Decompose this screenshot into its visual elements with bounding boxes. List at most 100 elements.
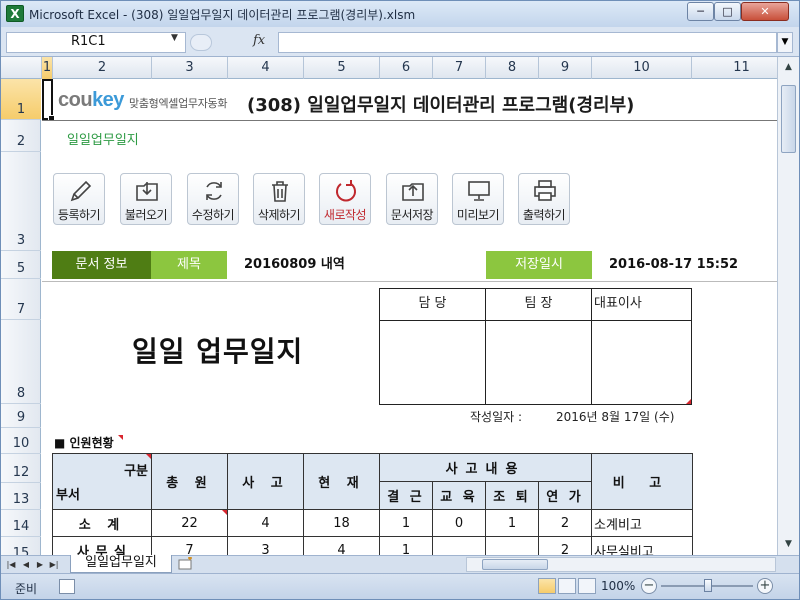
sign-cell-teamlead[interactable]	[486, 321, 592, 404]
cell-present[interactable]: 4	[303, 536, 380, 555]
page-layout-view-icon[interactable]	[558, 578, 576, 594]
delete-label: 삭제하기	[257, 208, 301, 222]
cell-accident[interactable]: 3	[227, 536, 304, 555]
column-header[interactable]: 10	[592, 57, 692, 79]
excel-app-icon[interactable]: X	[6, 5, 24, 22]
row-header[interactable]: 2	[1, 120, 41, 152]
scroll-up-icon[interactable]: ▲	[781, 60, 796, 75]
row-header[interactable]: 14	[1, 510, 41, 537]
register-button[interactable]: 등록하기	[53, 173, 105, 225]
sign-cell-ceo[interactable]	[592, 321, 691, 404]
maximize-button[interactable]: □	[714, 2, 741, 21]
zoom-in-button[interactable]: +	[757, 578, 773, 594]
insert-function-icon[interactable]: fx	[253, 33, 265, 48]
load-button[interactable]: 불러오기	[120, 173, 172, 225]
comment-indicator[interactable]	[146, 454, 151, 459]
column-header[interactable]: 4	[228, 57, 304, 79]
column-header[interactable]: 6	[380, 57, 433, 79]
row-number: 10	[12, 436, 30, 451]
row-header[interactable]: 3	[1, 152, 41, 251]
close-button[interactable]: ✕	[741, 2, 789, 21]
cell-early-leave[interactable]	[485, 536, 539, 555]
horizontal-scroll-thumb[interactable]	[482, 559, 548, 570]
chevron-down-icon[interactable]: ▼	[171, 33, 178, 43]
column-header[interactable]: 11	[692, 57, 777, 79]
column-header[interactable]: 2	[53, 57, 152, 79]
vertical-scroll-thumb[interactable]	[781, 85, 796, 153]
row-header[interactable]: 8	[1, 320, 41, 404]
last-sheet-icon[interactable]: ▶|	[48, 557, 60, 572]
header-dept-corner: 구분 부서	[52, 453, 152, 510]
column-header[interactable]: 1	[42, 57, 53, 79]
comment-indicator[interactable]	[686, 399, 691, 404]
cell-note[interactable]: 사무실비고	[591, 536, 694, 555]
first-sheet-icon[interactable]: |◀	[5, 557, 17, 572]
cell-education[interactable]: 0	[432, 509, 486, 537]
normal-view-icon[interactable]	[538, 578, 556, 594]
insert-sheet-icon[interactable]	[177, 556, 199, 572]
cell-annual-leave[interactable]: 2	[537, 509, 593, 537]
cell-early-leave[interactable]: 1	[485, 509, 539, 537]
comment-indicator[interactable]	[222, 510, 227, 515]
page-break-view-icon[interactable]	[578, 578, 596, 594]
program-title: (308) 일일업무일지 데이터관리 프로그램(경리부)	[247, 95, 635, 116]
horizontal-scrollbar[interactable]	[466, 557, 776, 572]
comment-indicator[interactable]	[118, 435, 123, 440]
name-box[interactable]: R1C1	[6, 32, 186, 53]
expand-formula-bar-button[interactable]: ▼	[777, 32, 793, 53]
row-number: 8	[16, 386, 26, 401]
column-header[interactable]: 3	[152, 57, 228, 79]
cell-dept[interactable]: 소 계	[52, 509, 152, 537]
cell-accident[interactable]: 4	[227, 509, 304, 537]
load-label: 불러오기	[124, 208, 168, 222]
prev-sheet-icon[interactable]: ◀	[20, 557, 32, 572]
cell-education[interactable]	[432, 536, 486, 555]
import-folder-icon	[136, 182, 158, 201]
row-header[interactable]: 9	[1, 404, 41, 428]
delete-button[interactable]: 삭제하기	[253, 173, 305, 225]
scroll-down-icon[interactable]: ▼	[781, 537, 796, 552]
column-header[interactable]: 7	[433, 57, 486, 79]
sheet-tab[interactable]: 일일업무일지	[70, 555, 172, 573]
sheet-area[interactable]: coukey 맞춤형엑셀업무자동화 (308) 일일업무일지 데이터관리 프로그…	[42, 79, 777, 555]
select-all-corner[interactable]	[1, 57, 42, 79]
row-header[interactable]: 10	[1, 428, 41, 454]
info-row-divider	[42, 281, 777, 282]
next-sheet-icon[interactable]: ▶	[34, 557, 46, 572]
cell-note[interactable]: 소계비고	[591, 509, 694, 537]
column-headers: 1 2 3 4 5 6 7 8 9 10 11	[1, 57, 777, 79]
zoom-out-button[interactable]: −	[641, 578, 657, 594]
row-number: 5	[16, 261, 26, 276]
new-button[interactable]: 새로작성	[319, 173, 371, 225]
column-header[interactable]: 8	[486, 57, 539, 79]
edit-button[interactable]: 수정하기	[187, 173, 239, 225]
zoom-level[interactable]: 100%	[601, 579, 635, 593]
sign-cell-manager[interactable]	[380, 321, 486, 404]
row-header[interactable]: 15	[1, 537, 41, 555]
formula-input[interactable]	[278, 32, 777, 53]
cell-absent[interactable]: 1	[379, 536, 433, 555]
column-header[interactable]: 5	[304, 57, 380, 79]
cell-present[interactable]: 18	[303, 509, 380, 537]
minimize-button[interactable]: ─	[687, 2, 714, 21]
row-header[interactable]: 7	[1, 279, 41, 320]
column-header[interactable]: 9	[539, 57, 592, 79]
macro-record-icon[interactable]	[59, 579, 75, 594]
row-header[interactable]: 5	[1, 251, 41, 279]
cell-dept[interactable]: 사 무 실	[52, 536, 152, 555]
cell-absent[interactable]: 1	[379, 509, 433, 537]
cell-total[interactable]: 7	[151, 536, 228, 555]
cell-annual-leave[interactable]: 2	[537, 536, 593, 555]
print-button[interactable]: 출력하기	[518, 173, 570, 225]
active-cell[interactable]	[42, 79, 55, 122]
row-header[interactable]: 1	[1, 79, 41, 120]
formula-bar-splitter[interactable]	[190, 34, 212, 51]
zoom-slider-knob[interactable]	[704, 579, 712, 592]
row-header[interactable]: 12	[1, 454, 41, 483]
vertical-scrollbar[interactable]: ▲ ▼	[777, 57, 799, 555]
row-header[interactable]: 13	[1, 483, 41, 510]
title-value[interactable]: 20160809 내역	[244, 251, 484, 279]
save-button[interactable]: 문서저장	[386, 173, 438, 225]
cell-total[interactable]: 22	[151, 509, 228, 537]
preview-button[interactable]: 미리보기	[452, 173, 504, 225]
